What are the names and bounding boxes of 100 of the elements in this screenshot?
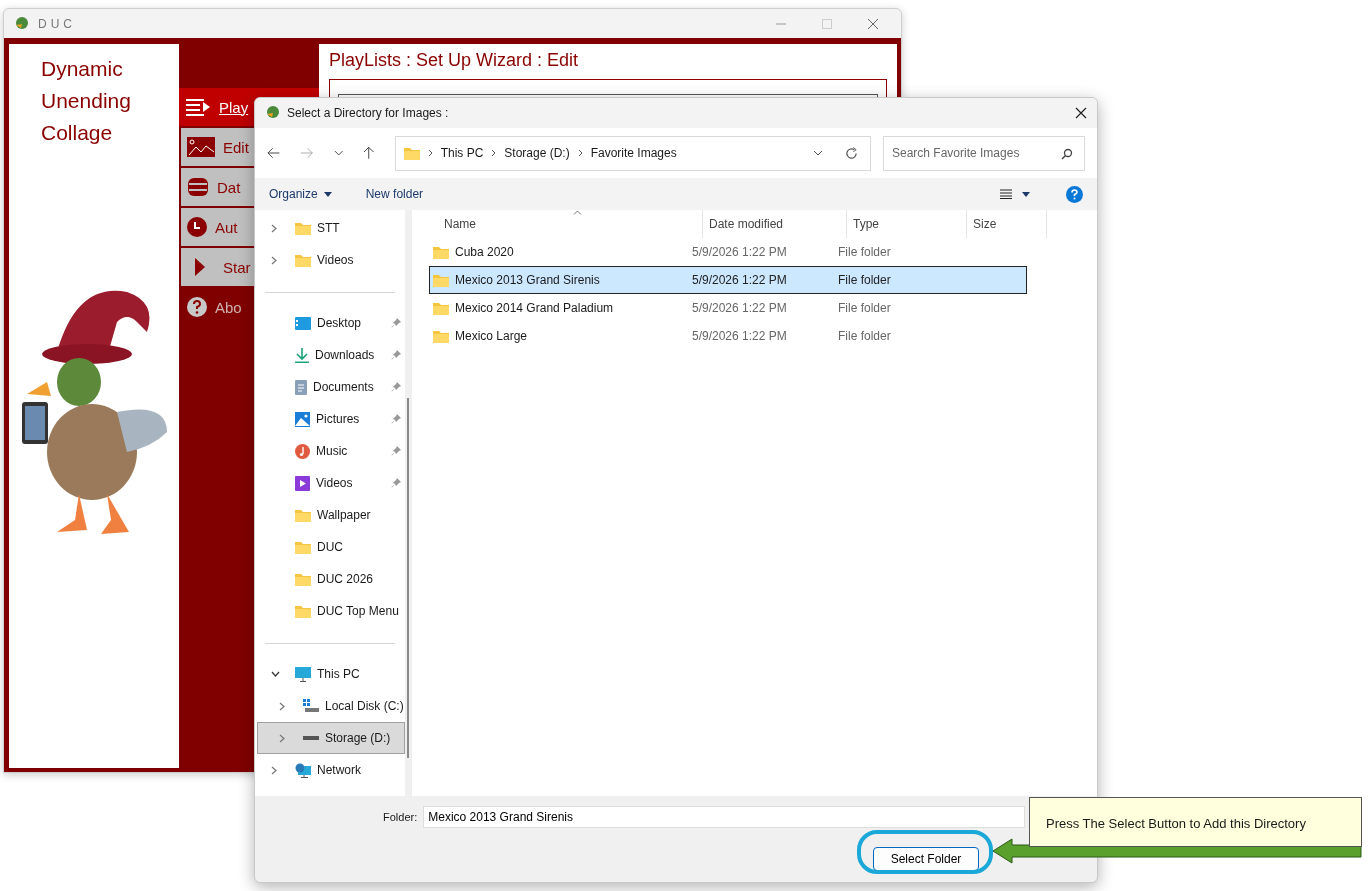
play-icon: [195, 258, 207, 276]
address-bar[interactable]: This PC Storage (D:) Favorite Images: [394, 135, 871, 171]
callout-note: Press The Select Button to Add this Directory: [1029, 797, 1362, 847]
folder-icon: [295, 253, 311, 267]
chevron-right-icon: [577, 149, 583, 157]
brand-text: Collage: [41, 120, 114, 146]
pin-icon: [391, 446, 401, 456]
nav-item[interactable]: Wallpaper: [255, 499, 405, 531]
nav-item[interactable]: DUC Top Menu: [255, 595, 405, 627]
nav-item[interactable]: Storage (D:): [257, 722, 405, 754]
refresh-icon[interactable]: [845, 146, 858, 160]
download-icon: [295, 347, 309, 363]
file-type: File folder: [837, 301, 892, 315]
folder-icon: [433, 273, 449, 287]
document-icon: [295, 379, 307, 395]
folder-icon: [295, 540, 311, 554]
date-modified: 5/9/2026 1:22 PM: [691, 245, 788, 259]
select-folder-button[interactable]: Select Folder: [873, 847, 979, 871]
chevron-right-icon[interactable]: [279, 701, 285, 711]
file-row[interactable]: Mexico Large 5/9/2026 1:22 PM File folder: [429, 322, 1027, 350]
date-modified: 5/9/2026 1:22 PM: [691, 329, 788, 343]
file-name: Mexico 2013 Grand Sirenis: [455, 273, 600, 287]
folder-icon: [295, 604, 311, 618]
chevron-down-icon[interactable]: [271, 671, 280, 677]
nav-item[interactable]: This PC: [255, 658, 405, 690]
file-row[interactable]: Mexico 2013 Grand Sirenis 5/9/2026 1:22 PM File folder: [429, 266, 1027, 294]
chevron-right-icon[interactable]: [271, 223, 277, 233]
nav-item[interactable]: Pictures: [255, 403, 405, 435]
folder-icon: [295, 508, 311, 522]
desktop-icon: [295, 316, 311, 330]
file-type: File folder: [837, 329, 892, 343]
brand-text: Dynamic: [41, 56, 124, 82]
pin-icon: [391, 414, 401, 424]
list-icon: [185, 97, 211, 117]
drive-icon: [303, 736, 319, 740]
file-name: Cuba 2020: [455, 245, 514, 259]
column-header[interactable]: Size: [967, 210, 1047, 238]
window-title: DUC: [38, 16, 76, 31]
breadcrumb-item[interactable]: Storage (D:): [504, 146, 570, 160]
chevron-down-icon[interactable]: [813, 150, 823, 156]
help-icon[interactable]: [1066, 185, 1083, 203]
folder-icon: [403, 146, 420, 160]
column-header[interactable]: Name: [428, 210, 703, 238]
nav-item[interactable]: Music: [255, 435, 405, 467]
search-field[interactable]: Search Favorite Images: [883, 135, 1085, 171]
file-row[interactable]: Mexico 2014 Grand Paladium 5/9/2026 1:22 PM File folder: [429, 294, 1027, 322]
file-name: Mexico 2014 Grand Paladium: [455, 301, 614, 315]
folder-icon: [433, 301, 449, 315]
column-header[interactable]: Type: [847, 210, 967, 238]
close-icon[interactable]: [1075, 107, 1087, 119]
file-type: File folder: [837, 273, 892, 287]
chevron-down-icon[interactable]: [333, 150, 344, 156]
view-options-icon[interactable]: [1000, 189, 1012, 199]
chevron-right-icon[interactable]: [271, 255, 277, 265]
file-type: File folder: [837, 245, 892, 259]
chevron-right-icon: [491, 149, 497, 157]
nav-item[interactable]: DUC: [255, 531, 405, 563]
database-icon: [187, 176, 209, 198]
back-arrow-icon[interactable]: [267, 147, 281, 159]
nav-item[interactable]: Downloads: [255, 339, 405, 371]
image-icon: [187, 137, 215, 157]
up-arrow-icon[interactable]: [363, 146, 375, 160]
nav-item[interactable]: Network: [255, 754, 405, 786]
folder-icon: [433, 329, 449, 343]
nav-item[interactable]: Videos: [255, 467, 405, 499]
breadcrumb-item[interactable]: Favorite Images: [590, 146, 677, 160]
file-row[interactable]: Cuba 2020 5/9/2026 1:22 PM File folder: [429, 238, 1027, 266]
folder-field[interactable]: Mexico 2013 Grand Sirenis: [423, 806, 1026, 828]
pictures-icon: [295, 411, 310, 427]
page-title: PlayLists : Set Up Wizard : Edit: [329, 50, 580, 71]
clock-icon: [187, 217, 207, 237]
folder-icon: [295, 221, 311, 235]
scrollbar-thumb[interactable]: [407, 398, 409, 758]
date-modified: 5/9/2026 1:22 PM: [691, 273, 788, 287]
chevron-right-icon[interactable]: [279, 733, 285, 743]
nav-item[interactable]: Local Disk (C:): [255, 690, 405, 722]
help-icon: [187, 297, 207, 317]
nav-item[interactable]: Documents: [255, 371, 405, 403]
chevron-right-icon[interactable]: [271, 765, 277, 775]
pin-icon: [391, 478, 401, 488]
chevron-right-icon: [427, 149, 433, 157]
search-icon: [1061, 147, 1073, 160]
file-name: Mexico Large: [455, 329, 528, 343]
nav-item[interactable]: DUC 2026: [255, 563, 405, 595]
drive-icon: [303, 699, 319, 713]
new-folder-button[interactable]: New folder: [359, 183, 430, 205]
date-modified: 5/9/2026 1:22 PM: [691, 301, 788, 315]
pin-icon: [391, 350, 401, 360]
pin-icon: [391, 382, 401, 392]
nav-item[interactable]: Desktop: [255, 307, 405, 339]
folder-label: Folder:: [383, 811, 418, 823]
video-icon: [295, 475, 310, 491]
monitor-icon: [295, 666, 311, 682]
breadcrumb-item[interactable]: This PC: [440, 146, 484, 160]
caret-icon: [323, 191, 332, 197]
network-icon: [295, 762, 311, 778]
folder-icon: [295, 572, 311, 586]
column-header[interactable]: Date modified: [703, 210, 847, 238]
caret-icon[interactable]: [1022, 191, 1030, 197]
pin-icon: [391, 318, 401, 328]
